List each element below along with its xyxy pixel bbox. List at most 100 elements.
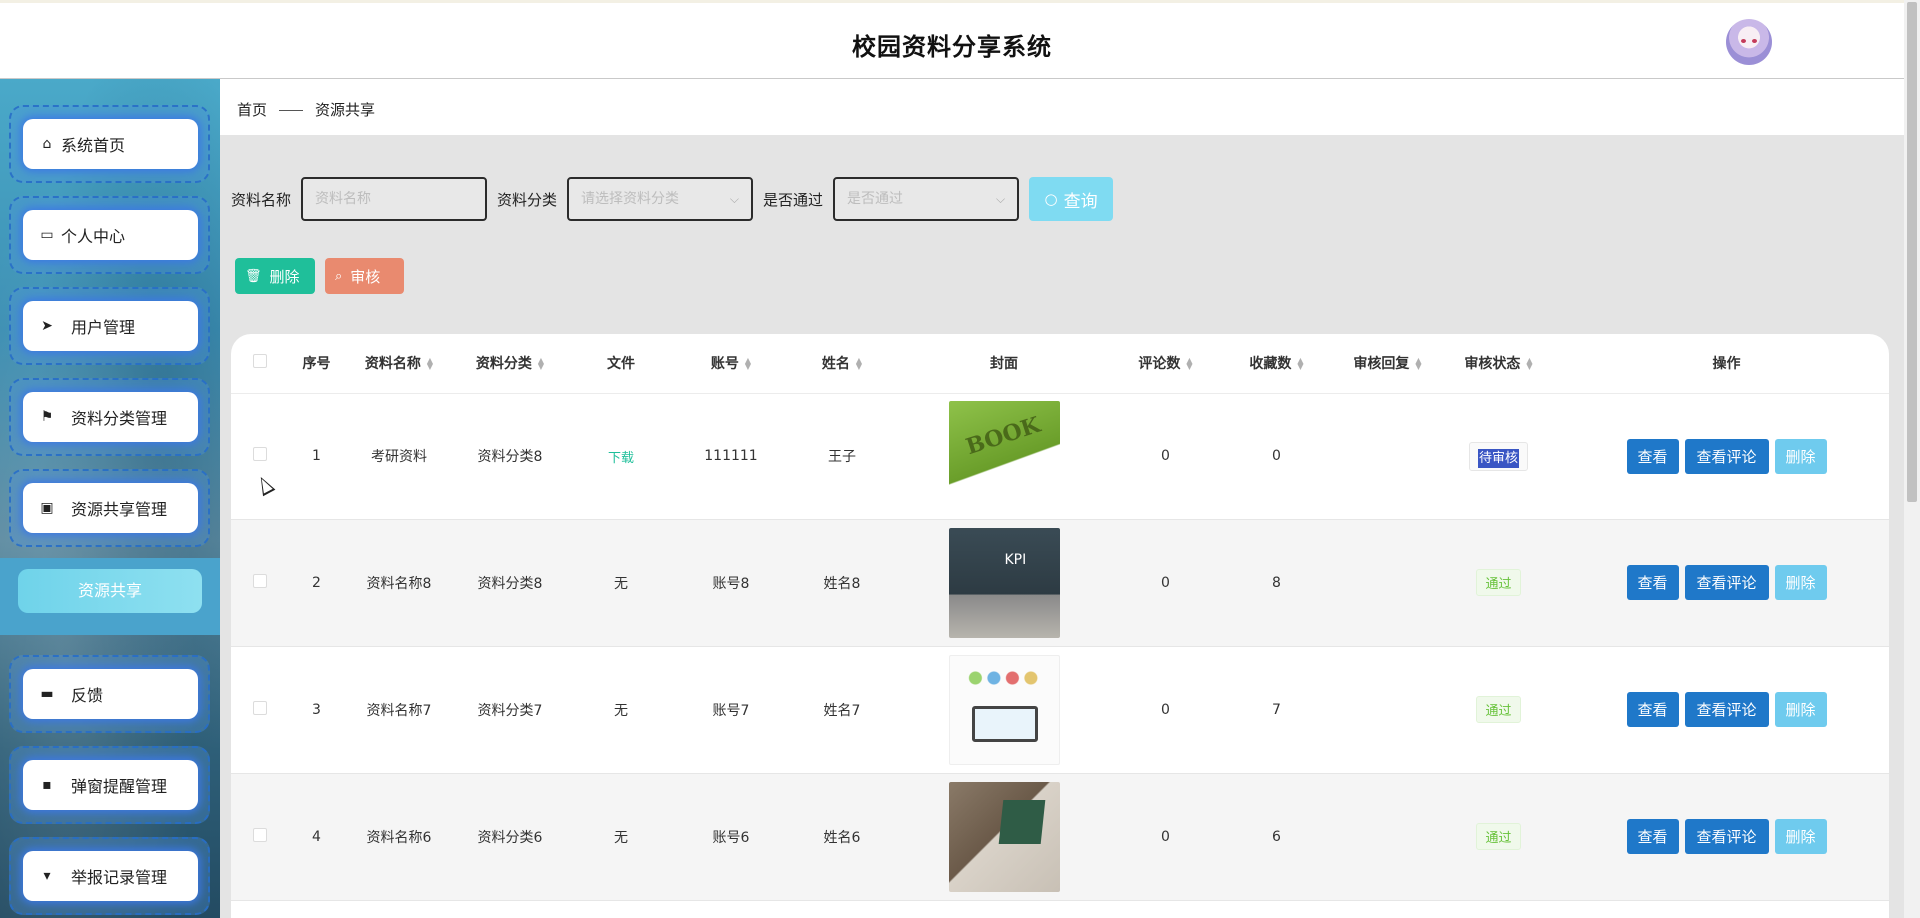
submenu-resource-share[interactable]: 资源共享 (18, 569, 202, 613)
sidebar: ⌂ 系统首页 ▭ 个人中心 ➤ 用户管理 ⚑ 资料分类管理 ▣ 资源共享管理 资… (0, 79, 220, 918)
header-index: 序号 (289, 334, 344, 394)
header-favorites-label: 收藏数 (1249, 356, 1292, 373)
scrollbar-thumb[interactable] (1907, 2, 1917, 502)
header-favorites[interactable]: 收藏数 ▲ ▼ (1221, 334, 1332, 394)
header-account[interactable]: 账号 ▲ ▼ (676, 334, 786, 394)
view-comments-button[interactable]: 查看评论 (1684, 438, 1769, 474)
cell-account: 账号8 (676, 519, 786, 647)
header-account-label: 账号 (710, 356, 739, 373)
sidebar-profile-button[interactable]: ▭ 个人中心 (23, 210, 198, 260)
sidebar-item-home[interactable]: ⌂ 系统首页 (9, 105, 210, 183)
header-category[interactable]: 资料分类 ▲ ▼ (454, 334, 566, 394)
row-checkbox[interactable] (253, 700, 267, 715)
name-label: 资料名称 (231, 190, 292, 209)
header-name-label: 资料名称 (364, 356, 421, 373)
query-button[interactable]: ○ 查询 (1029, 177, 1114, 221)
sidebar-item-label: 举报记录管理 (71, 868, 168, 887)
row-actions: 查看 查看评论 删除 (1554, 692, 1889, 727)
cell-comments: 0 (1110, 519, 1221, 647)
sort-icon[interactable]: ▲ ▼ (1186, 357, 1192, 371)
cell-favorites: 8 (1221, 519, 1332, 647)
sidebar-item-label: 用户管理 (71, 318, 136, 337)
sidebar-report-button[interactable]: ▾ 举报记录管理 (23, 851, 198, 901)
status-badge: 通过 (1476, 823, 1521, 850)
breadcrumb: 首页 资源共享 (220, 79, 1904, 135)
delete-button[interactable]: 删除 (1774, 438, 1827, 474)
row-actions: 查看 查看评论 删除 (1554, 819, 1889, 854)
cell-category: 资料分类8 (454, 519, 566, 647)
sidebar-resource-button[interactable]: ▣ 资源共享管理 (23, 483, 198, 533)
row-checkbox[interactable] (253, 827, 267, 842)
cell-person: 王子 (786, 393, 898, 520)
cell-category: 资料分类6 (454, 773, 566, 901)
laptop-cover-image[interactable] (948, 781, 1060, 892)
header-comments[interactable]: 评论数 ▲ ▼ (1110, 334, 1221, 394)
breadcrumb-separator (279, 110, 304, 111)
vertical-scrollbar[interactable] (1904, 0, 1920, 918)
view-comments-button[interactable]: 查看评论 (1684, 819, 1769, 854)
view-button[interactable]: 查看 (1626, 565, 1679, 600)
name-search-input[interactable]: 资料名称 (301, 177, 488, 221)
bulk-review-button[interactable]: ⌕ 审核 (325, 258, 404, 294)
header-status[interactable]: 审核状态 ▲ ▼ (1443, 334, 1554, 394)
sort-icon[interactable]: ▲ ▼ (427, 357, 433, 371)
sort-icon[interactable]: ▲ ▼ (745, 357, 751, 371)
view-button[interactable]: 查看 (1626, 819, 1679, 854)
home-icon: ⌂ (42, 136, 52, 152)
wallet-icon: ▣ (40, 500, 54, 516)
delete-button[interactable]: 删除 (1774, 819, 1827, 854)
sidebar-item-profile[interactable]: ▭ 个人中心 (9, 196, 210, 274)
delete-button[interactable]: 删除 (1774, 692, 1827, 727)
cell-comments: 0 (1110, 393, 1221, 520)
search-icon: ○ (1044, 190, 1058, 208)
sort-icon[interactable]: ▲ ▼ (538, 357, 544, 371)
sidebar-item-report-mgmt[interactable]: ▾ 举报记录管理 (9, 837, 210, 915)
cell-favorites: 6 (1221, 773, 1332, 901)
elearning-cover-image[interactable] (948, 654, 1060, 765)
view-comments-button[interactable]: 查看评论 (1684, 565, 1769, 600)
cell-file: 无 (566, 646, 676, 774)
bulk-delete-button[interactable]: 🗑 删除 (235, 258, 315, 294)
sidebar-users-button[interactable]: ➤ 用户管理 (23, 301, 198, 351)
cell-index: 4 (289, 773, 344, 901)
category-select[interactable]: 请选择资料分类 ⌵ (567, 177, 754, 221)
cell-index: 3 (289, 646, 344, 774)
download-link[interactable]: 下载 (608, 451, 634, 466)
sidebar-feedback-button[interactable]: ▬ 反馈 (23, 669, 198, 719)
user-avatar[interactable] (1726, 19, 1772, 65)
kpi-cover-text: KPI (1004, 551, 1027, 568)
cell-comments: 0 (1110, 773, 1221, 901)
sidebar-home-button[interactable]: ⌂ 系统首页 (23, 119, 198, 169)
sidebar-item-popup-mgmt[interactable]: ▪ 弹窗提醒管理 (9, 746, 210, 824)
delete-button[interactable]: 删除 (1774, 565, 1827, 600)
sort-icon[interactable]: ▲ ▼ (1415, 357, 1421, 371)
cell-name: 考研资料 (344, 393, 454, 520)
cell-index: 2 (289, 519, 344, 647)
sort-icon[interactable]: ▲ ▼ (856, 357, 862, 371)
header-name[interactable]: 资料名称 ▲ ▼ (344, 334, 454, 394)
sort-icon[interactable]: ▲ ▼ (1526, 357, 1532, 371)
sidebar-item-resource-mgmt[interactable]: ▣ 资源共享管理 (9, 469, 210, 547)
row-checkbox[interactable] (253, 447, 267, 461)
sidebar-item-category-mgmt[interactable]: ⚑ 资料分类管理 (9, 378, 210, 456)
kpi-classroom-cover-image[interactable]: KPI (948, 527, 1060, 638)
view-button[interactable]: 查看 (1626, 692, 1679, 727)
sort-icon[interactable]: ▲ ▼ (1297, 357, 1303, 371)
sidebar-popup-button[interactable]: ▪ 弹窗提醒管理 (23, 760, 198, 810)
book-cover-image[interactable]: BOOK (948, 401, 1060, 511)
cell-comments: 0 (1110, 646, 1221, 774)
sidebar-item-label: 资料分类管理 (71, 409, 168, 428)
select-all-checkbox[interactable] (253, 354, 267, 369)
passed-select[interactable]: 是否通过 ⌵ (833, 177, 1020, 221)
row-checkbox[interactable] (253, 573, 267, 588)
header-person-label: 姓名 (821, 356, 850, 373)
sidebar-category-button[interactable]: ⚑ 资料分类管理 (23, 392, 198, 442)
header-person[interactable]: 姓名 ▲ ▼ (786, 334, 898, 394)
header-reply[interactable]: 审核回复 ▲ ▼ (1332, 334, 1443, 394)
view-button[interactable]: 查看 (1626, 438, 1679, 474)
sidebar-item-users[interactable]: ➤ 用户管理 (9, 287, 210, 365)
sidebar-item-feedback[interactable]: ▬ 反馈 (9, 655, 210, 733)
view-comments-button[interactable]: 查看评论 (1684, 692, 1769, 727)
resource-table-card: 序号 资料名称 ▲ ▼ 资料分类 ▲ ▼ 文件 账号 ▲ ▼ 姓名 ▲ ▼ 封面 评论数 ▲ ▼ 收… (231, 334, 1889, 918)
breadcrumb-home[interactable]: 首页 (237, 101, 267, 119)
